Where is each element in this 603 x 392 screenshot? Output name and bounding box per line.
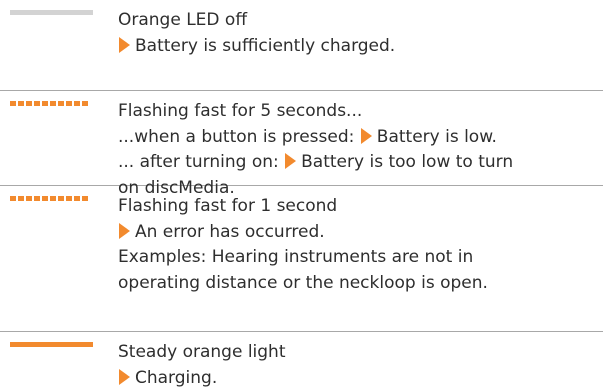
- status-condition: ...when a button is pressed: Battery is …: [118, 125, 595, 151]
- status-heading-text: Flashing fast for 5 seconds...: [118, 101, 363, 121]
- examples-text: operating distance or the neckloop is op…: [118, 271, 595, 297]
- led-status-table: Orange LED off Battery is sufficiently c…: [0, 0, 603, 392]
- description-cell: Steady orange light Charging.: [118, 332, 603, 392]
- status-heading: Steady orange light: [118, 340, 595, 366]
- indicator-cell: [0, 91, 118, 185]
- indicator-cell: [0, 0, 118, 90]
- table-row-flashing-5s: Flashing fast for 5 seconds... ...when a…: [0, 91, 603, 198]
- led-steady-indicator-icon: [10, 342, 93, 347]
- status-result: Battery is sufficiently charged.: [118, 34, 595, 60]
- status-heading: Flashing fast for 1 second: [118, 194, 595, 220]
- condition-prefix-text: ... after turning on:: [118, 152, 285, 172]
- examples-line-2: operating distance or the neckloop is op…: [118, 272, 488, 293]
- indicator-cell: [0, 332, 118, 392]
- led-off-indicator-icon: [10, 10, 93, 15]
- arrow-right-icon: [119, 368, 130, 385]
- status-result-text: Battery is too low to turn: [301, 152, 514, 172]
- status-result-text: An error has occurred.: [135, 221, 325, 242]
- status-result: Charging.: [118, 366, 595, 392]
- table-row-led-off: Orange LED off Battery is sufficiently c…: [0, 0, 603, 91]
- condition-prefix-text: ...when a button is pressed:: [118, 126, 360, 147]
- status-condition: ... after turning on: Battery is too low…: [118, 150, 595, 176]
- led-flashing-indicator-icon: [10, 196, 90, 201]
- examples-text: Examples: Hearing instruments are not in: [118, 245, 595, 271]
- status-heading: Orange LED off: [118, 8, 595, 34]
- arrow-right-icon: [119, 222, 130, 239]
- status-heading-text: Flashing fast for 1 second: [118, 196, 338, 216]
- description-cell: Orange LED off Battery is sufficiently c…: [118, 0, 603, 90]
- status-result-text: Battery is sufficiently charged.: [135, 35, 396, 56]
- table-row-steady: Steady orange light Charging.: [0, 332, 603, 392]
- examples-line-1: Examples: Hearing instruments are not in: [118, 247, 474, 267]
- led-flashing-indicator-icon: [10, 101, 90, 106]
- status-result-text: Charging.: [135, 367, 218, 388]
- description-cell: Flashing fast for 1 second An error has …: [118, 186, 603, 331]
- arrow-right-icon: [285, 153, 297, 169]
- status-result-text: Battery is low.: [376, 126, 497, 147]
- table-row-flashing-1s: Flashing fast for 1 second An error has …: [0, 186, 603, 332]
- description-cell: Flashing fast for 5 seconds... ...when a…: [118, 91, 603, 198]
- arrow-right-icon: [360, 127, 372, 144]
- status-heading-text: Steady orange light: [118, 342, 286, 362]
- indicator-cell: [0, 186, 118, 331]
- status-heading-text: Orange LED off: [118, 10, 248, 30]
- status-heading: Flashing fast for 5 seconds...: [118, 99, 595, 125]
- status-result: An error has occurred.: [118, 220, 595, 246]
- arrow-right-icon: [119, 36, 130, 53]
